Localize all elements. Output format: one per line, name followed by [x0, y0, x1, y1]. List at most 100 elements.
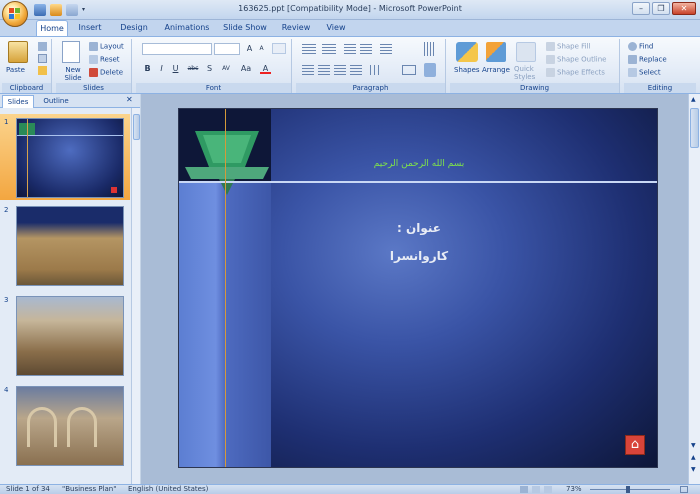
shape-effects-button[interactable]: Shape Effects: [546, 68, 605, 77]
slide-thumbnail-2[interactable]: [16, 206, 124, 286]
decrease-indent-icon[interactable]: [344, 44, 356, 54]
slide-thumbnail-4[interactable]: [16, 386, 124, 466]
new-slide-label[interactable]: New Slide: [60, 66, 86, 82]
home-button[interactable]: ⌂: [625, 435, 645, 455]
tab-insert[interactable]: Insert: [74, 20, 106, 36]
find-button[interactable]: Find: [628, 42, 653, 51]
thumbnail-number: 1: [4, 118, 9, 126]
scrollbar-thumb[interactable]: [690, 108, 699, 148]
tab-design[interactable]: Design: [114, 20, 154, 36]
text-direction-icon[interactable]: [424, 42, 436, 56]
slide-thumbnail-1[interactable]: [16, 118, 124, 198]
close-pane-icon[interactable]: ✕: [126, 95, 133, 104]
repeat-icon[interactable]: [66, 4, 78, 16]
zoom-slider[interactable]: [590, 489, 670, 490]
align-left-icon[interactable]: [302, 65, 314, 75]
align-right-icon[interactable]: [334, 65, 346, 75]
tab-slides[interactable]: Slides: [2, 95, 34, 108]
justify-icon[interactable]: [350, 65, 362, 75]
underline-button[interactable]: U: [170, 63, 181, 74]
slide-thumbnail-3[interactable]: [16, 296, 124, 376]
restore-button[interactable]: ❐: [652, 2, 670, 15]
scroll-down-icon[interactable]: ▼: [691, 442, 696, 449]
next-slide-icon[interactable]: ▼: [691, 466, 696, 473]
previous-slide-icon[interactable]: ▲: [691, 454, 696, 461]
font-color-button[interactable]: A: [260, 63, 271, 74]
paste-label[interactable]: Paste: [6, 66, 25, 74]
shape-outline-button[interactable]: Shape Outline: [546, 55, 606, 64]
zoom-slider-thumb[interactable]: [626, 486, 630, 493]
slide-sorter-icon[interactable]: [532, 486, 540, 493]
quick-styles-icon[interactable]: [516, 42, 536, 62]
tab-review[interactable]: Review: [278, 20, 314, 36]
shapes-icon[interactable]: [456, 42, 478, 62]
layout-button[interactable]: Layout: [89, 42, 124, 51]
bullets-icon[interactable]: [302, 44, 316, 54]
cut-icon[interactable]: [38, 42, 47, 51]
smartart-icon[interactable]: [424, 63, 436, 77]
align-text-icon[interactable]: [402, 65, 416, 75]
shapes-label[interactable]: Shapes: [454, 66, 480, 74]
close-button[interactable]: ✕: [672, 2, 696, 15]
tab-home[interactable]: Home: [36, 20, 68, 36]
select-button[interactable]: Select: [628, 68, 661, 77]
office-button[interactable]: [2, 1, 28, 27]
change-case-button[interactable]: Aa: [238, 63, 254, 74]
delete-label: Delete: [100, 68, 123, 77]
tab-view[interactable]: View: [320, 20, 352, 36]
shape-fill-icon: [546, 42, 555, 51]
clear-format-button[interactable]: [272, 43, 286, 54]
quick-styles-label[interactable]: Quick Styles: [514, 65, 540, 81]
undo-icon[interactable]: [50, 4, 62, 16]
replace-button[interactable]: Replace: [628, 55, 667, 64]
italic-button[interactable]: I: [156, 63, 167, 74]
normal-view-icon[interactable]: [520, 486, 528, 493]
arrange-icon[interactable]: [486, 42, 506, 62]
font-name-combo[interactable]: [142, 43, 212, 55]
shape-fill-button[interactable]: Shape Fill: [546, 42, 591, 51]
arrange-label[interactable]: Arrange: [482, 66, 510, 74]
tab-slide-show[interactable]: Slide Show: [220, 20, 270, 36]
slide-header-text[interactable]: بسم الله الرحمن الرحيم: [349, 159, 489, 169]
shrink-font-button[interactable]: A: [256, 43, 267, 54]
tab-animations[interactable]: Animations: [160, 20, 214, 36]
line-spacing-icon[interactable]: [380, 44, 392, 54]
customize-qat-icon[interactable]: ▾: [82, 6, 85, 13]
thumbnails-scrollbar[interactable]: [131, 108, 140, 484]
fit-to-window-icon[interactable]: [680, 486, 688, 493]
reset-button[interactable]: Reset: [89, 55, 120, 64]
thumb-rule: [17, 135, 123, 136]
drawing-group-label: Drawing: [450, 83, 619, 93]
language-indicator[interactable]: English (United States): [128, 485, 208, 493]
bold-button[interactable]: B: [142, 63, 153, 74]
slide-canvas[interactable]: بسم الله الرحمن الرحيم عنوان : کاروانسرا…: [178, 108, 658, 468]
slide-title-label[interactable]: عنوان :: [379, 221, 459, 235]
columns-icon[interactable]: [370, 65, 382, 75]
increase-indent-icon[interactable]: [360, 44, 372, 54]
paste-icon[interactable]: [8, 41, 28, 63]
minimize-button[interactable]: –: [632, 2, 650, 15]
window-title: 163625.ppt [Compatibility Mode] - Micros…: [238, 4, 462, 13]
shadow-button[interactable]: S: [204, 63, 215, 74]
delete-button[interactable]: Delete: [89, 68, 123, 77]
copy-icon[interactable]: [38, 54, 47, 63]
save-icon[interactable]: [34, 4, 46, 16]
tab-outline[interactable]: Outline: [38, 95, 74, 108]
slide-title-value[interactable]: کاروانسرا: [379, 249, 459, 263]
header-rule: [179, 181, 657, 183]
format-painter-icon[interactable]: [38, 66, 47, 75]
shape-fill-label: Shape Fill: [557, 42, 591, 51]
slideshow-view-icon[interactable]: [544, 486, 552, 493]
character-spacing-button[interactable]: AV: [218, 63, 234, 74]
strikethrough-button[interactable]: abc: [184, 63, 202, 74]
font-group: A A B I U abc S AV Aa A Font: [136, 39, 292, 93]
scroll-up-icon[interactable]: ▲: [691, 96, 696, 103]
grow-font-button[interactable]: A: [244, 43, 255, 54]
zoom-level[interactable]: 73%: [566, 485, 582, 493]
numbering-icon[interactable]: [322, 44, 336, 54]
align-center-icon[interactable]: [318, 65, 330, 75]
new-slide-icon[interactable]: [62, 41, 80, 63]
scrollbar-thumb[interactable]: [133, 114, 140, 140]
font-size-combo[interactable]: [214, 43, 240, 55]
main-vertical-scrollbar[interactable]: ▲ ▼ ▲ ▼: [688, 94, 700, 484]
